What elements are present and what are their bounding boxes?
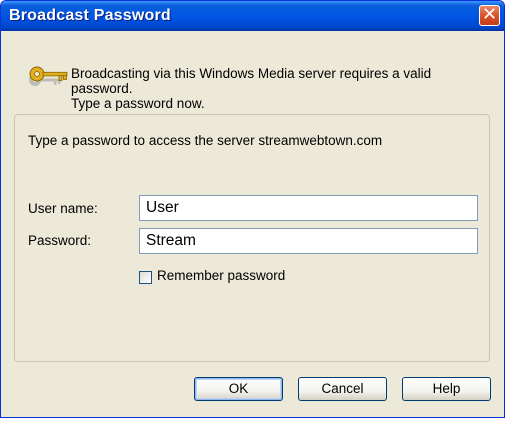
username-label: User name:: [28, 201, 98, 216]
username-input[interactable]: [139, 195, 478, 221]
ok-button[interactable]: OK: [194, 377, 283, 401]
intro-line-1: Broadcasting via this Windows Media serv…: [71, 66, 432, 96]
intro-line-2: Type a password now.: [71, 96, 205, 111]
password-input[interactable]: [139, 228, 478, 254]
close-icon: ✕: [481, 4, 498, 25]
close-button[interactable]: ✕: [479, 5, 500, 26]
remember-password-checkbox[interactable]: [139, 271, 152, 284]
cancel-button[interactable]: Cancel: [298, 377, 387, 401]
window-title: Broadcast Password: [9, 7, 171, 24]
key-icon: [29, 66, 68, 86]
dialog-body: Broadcasting via this Windows Media serv…: [4, 31, 501, 414]
help-button[interactable]: Help: [402, 377, 491, 401]
server-prompt: Type a password to access the server str…: [28, 133, 383, 148]
password-label: Password:: [28, 233, 92, 248]
intro-message: Broadcasting via this Windows Media serv…: [71, 66, 491, 111]
title-bar[interactable]: Broadcast Password ✕: [1, 1, 504, 31]
credentials-group: Type a password to access the server str…: [14, 114, 490, 362]
broadcast-password-dialog: Broadcast Password ✕ Broadcasting via th…: [0, 0, 505, 418]
remember-password-label[interactable]: Remember password: [157, 268, 285, 283]
